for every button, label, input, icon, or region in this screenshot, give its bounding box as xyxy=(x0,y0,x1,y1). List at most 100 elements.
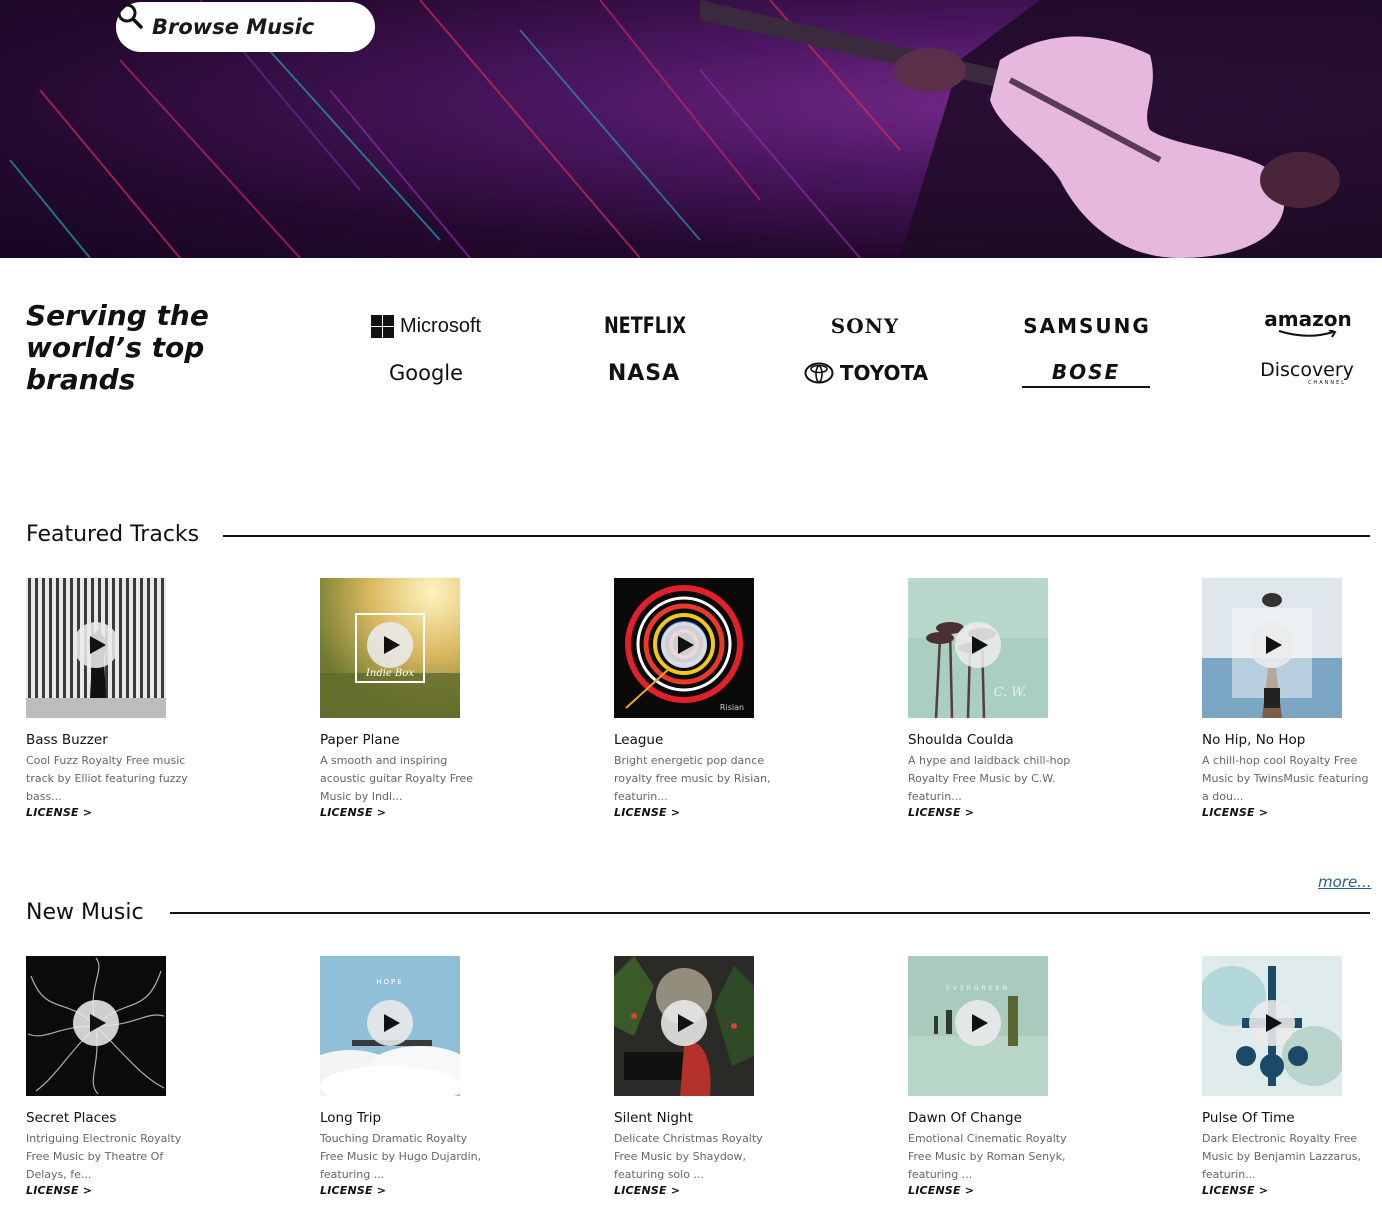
play-button[interactable] xyxy=(367,1000,413,1046)
netflix-logo: NETFLIX xyxy=(603,313,687,339)
track-card: Pulse Of Time Dark Electronic Royalty Fr… xyxy=(1202,956,1372,1197)
track-artwork[interactable] xyxy=(1202,578,1342,718)
amazon-smile-icon xyxy=(1278,330,1337,338)
discovery-logo: Discovery CHANNEL xyxy=(1252,358,1362,388)
toyota-emblem-icon xyxy=(804,362,834,384)
logo-text: Microsoft xyxy=(399,314,482,337)
track-title[interactable]: Long Trip xyxy=(320,1110,490,1128)
license-link[interactable]: LICENSE > xyxy=(614,1184,784,1197)
logo-subtext: CHANNEL xyxy=(1307,380,1347,386)
art-text: Indie Box xyxy=(365,668,414,679)
google-logo: Google xyxy=(388,361,464,385)
play-icon xyxy=(383,1014,400,1032)
track-card: Bass Buzzer Cool Fuzz Royalty Free music… xyxy=(26,578,196,819)
track-description: Bright energetic pop dance royalty free … xyxy=(614,754,771,803)
play-button[interactable] xyxy=(367,622,413,668)
art-text: Risian xyxy=(720,703,744,712)
art-text: HOPE xyxy=(376,978,403,986)
track-artwork[interactable]: HOPE xyxy=(320,956,460,1096)
play-button[interactable] xyxy=(955,1000,1001,1046)
track-description: A hype and laidback chill-hop Royalty Fr… xyxy=(908,754,1071,803)
toyota-logo: TOYOTA xyxy=(802,358,930,388)
track-card: C. W. Shoulda Coulda A hype and laidback… xyxy=(908,578,1078,819)
samsung-logo: SAMSUNG xyxy=(1023,314,1151,338)
featured-tracks-heading: Featured Tracks xyxy=(26,522,224,547)
brands-heading-line: world’s top xyxy=(26,331,205,364)
license-link[interactable]: LICENSE > xyxy=(320,1184,490,1197)
license-link[interactable]: LICENSE > xyxy=(320,806,490,819)
track-artwork[interactable] xyxy=(26,956,166,1096)
track-artwork[interactable]: Risian xyxy=(614,578,754,718)
play-icon xyxy=(89,1014,106,1032)
track-title[interactable]: Silent Night xyxy=(614,1110,784,1128)
license-link[interactable]: LICENSE > xyxy=(1202,806,1372,819)
play-button[interactable] xyxy=(73,622,119,668)
play-button[interactable] xyxy=(955,622,1001,668)
more-link[interactable]: more... xyxy=(1318,873,1372,891)
play-button[interactable] xyxy=(1249,1000,1295,1046)
track-card: EVERGREEN Dawn Of Change Emotional Cinem… xyxy=(908,956,1078,1197)
play-icon xyxy=(677,1014,694,1032)
track-description: Touching Dramatic Royalty Free Music by … xyxy=(320,1132,482,1181)
track-card: Risian League Bright energetic pop dance… xyxy=(614,578,784,819)
license-link[interactable]: LICENSE > xyxy=(908,1184,1078,1197)
sony-logo: SONY xyxy=(830,314,900,338)
track-description: Cool Fuzz Royalty Free music track by El… xyxy=(26,754,188,803)
track-title[interactable]: No Hip, No Hop xyxy=(1202,732,1372,750)
track-artwork[interactable]: EVERGREEN xyxy=(908,956,1048,1096)
track-description: A chill-hop cool Royalty Free Music by T… xyxy=(1202,754,1369,803)
art-text: EVERGREEN xyxy=(946,985,1010,992)
license-link[interactable]: LICENSE > xyxy=(614,806,784,819)
play-button[interactable] xyxy=(1249,622,1295,668)
brands-heading-line: Serving the xyxy=(26,299,209,332)
track-card: Secret Places Intriguing Electronic Roya… xyxy=(26,956,196,1197)
track-card: No Hip, No Hop A chill-hop cool Royalty … xyxy=(1202,578,1372,819)
track-artwork[interactable]: C. W. xyxy=(908,578,1048,718)
nasa-logo: NASA xyxy=(607,360,681,386)
track-description: A smooth and inspiring acoustic guitar R… xyxy=(320,754,474,803)
track-description: Intriguing Electronic Royalty Free Music… xyxy=(26,1132,182,1181)
browse-music-button[interactable]: Browse Music xyxy=(116,2,375,52)
track-title[interactable]: Shoulda Coulda xyxy=(908,732,1078,750)
new-music-heading: New Music xyxy=(26,900,168,925)
track-title[interactable]: Bass Buzzer xyxy=(26,732,196,750)
track-title[interactable]: Dawn Of Change xyxy=(908,1110,1078,1128)
play-button[interactable] xyxy=(661,1000,707,1046)
track-artwork[interactable] xyxy=(1202,956,1342,1096)
play-button[interactable] xyxy=(73,1000,119,1046)
play-icon xyxy=(383,636,400,654)
amazon-logo: amazon xyxy=(1262,308,1354,338)
track-title[interactable]: Pulse Of Time xyxy=(1202,1110,1372,1128)
track-card: Silent Night Delicate Christmas Royalty … xyxy=(614,956,784,1197)
bose-logo: BOSE xyxy=(1022,358,1150,388)
browse-music-label: Browse Music xyxy=(152,15,315,39)
hero-banner: Browse Music xyxy=(0,0,1382,258)
license-link[interactable]: LICENSE > xyxy=(26,1184,196,1197)
track-title[interactable]: Paper Plane xyxy=(320,732,490,750)
microsoft-grid-icon xyxy=(370,314,394,338)
license-link[interactable]: LICENSE > xyxy=(908,806,1078,819)
play-icon xyxy=(971,1014,988,1032)
track-artwork[interactable] xyxy=(26,578,166,718)
section-divider xyxy=(170,912,1370,914)
microsoft-logo: Microsoft xyxy=(368,311,484,341)
art-text: C. W. xyxy=(994,685,1027,700)
track-title[interactable]: League xyxy=(614,732,784,750)
license-link[interactable]: LICENSE > xyxy=(1202,1184,1372,1197)
section-divider xyxy=(222,535,1370,537)
logo-text: amazon xyxy=(1264,307,1352,331)
play-icon xyxy=(1265,636,1282,654)
track-title[interactable]: Secret Places xyxy=(26,1110,196,1128)
play-button[interactable] xyxy=(661,622,707,668)
track-card: Indie Box Paper Plane A smooth and inspi… xyxy=(320,578,490,819)
brands-heading: Serving the world’s top brands xyxy=(26,300,246,396)
track-description: Dark Electronic Royalty Free Music by Be… xyxy=(1202,1132,1361,1181)
track-artwork[interactable]: Indie Box xyxy=(320,578,460,718)
track-artwork[interactable] xyxy=(614,956,754,1096)
track-description: Delicate Christmas Royalty Free Music by… xyxy=(614,1132,763,1181)
play-icon xyxy=(971,636,988,654)
search-icon xyxy=(117,3,143,29)
license-link[interactable]: LICENSE > xyxy=(26,806,196,819)
track-description: Emotional Cinematic Royalty Free Music b… xyxy=(908,1132,1067,1181)
play-icon xyxy=(1265,1014,1282,1032)
